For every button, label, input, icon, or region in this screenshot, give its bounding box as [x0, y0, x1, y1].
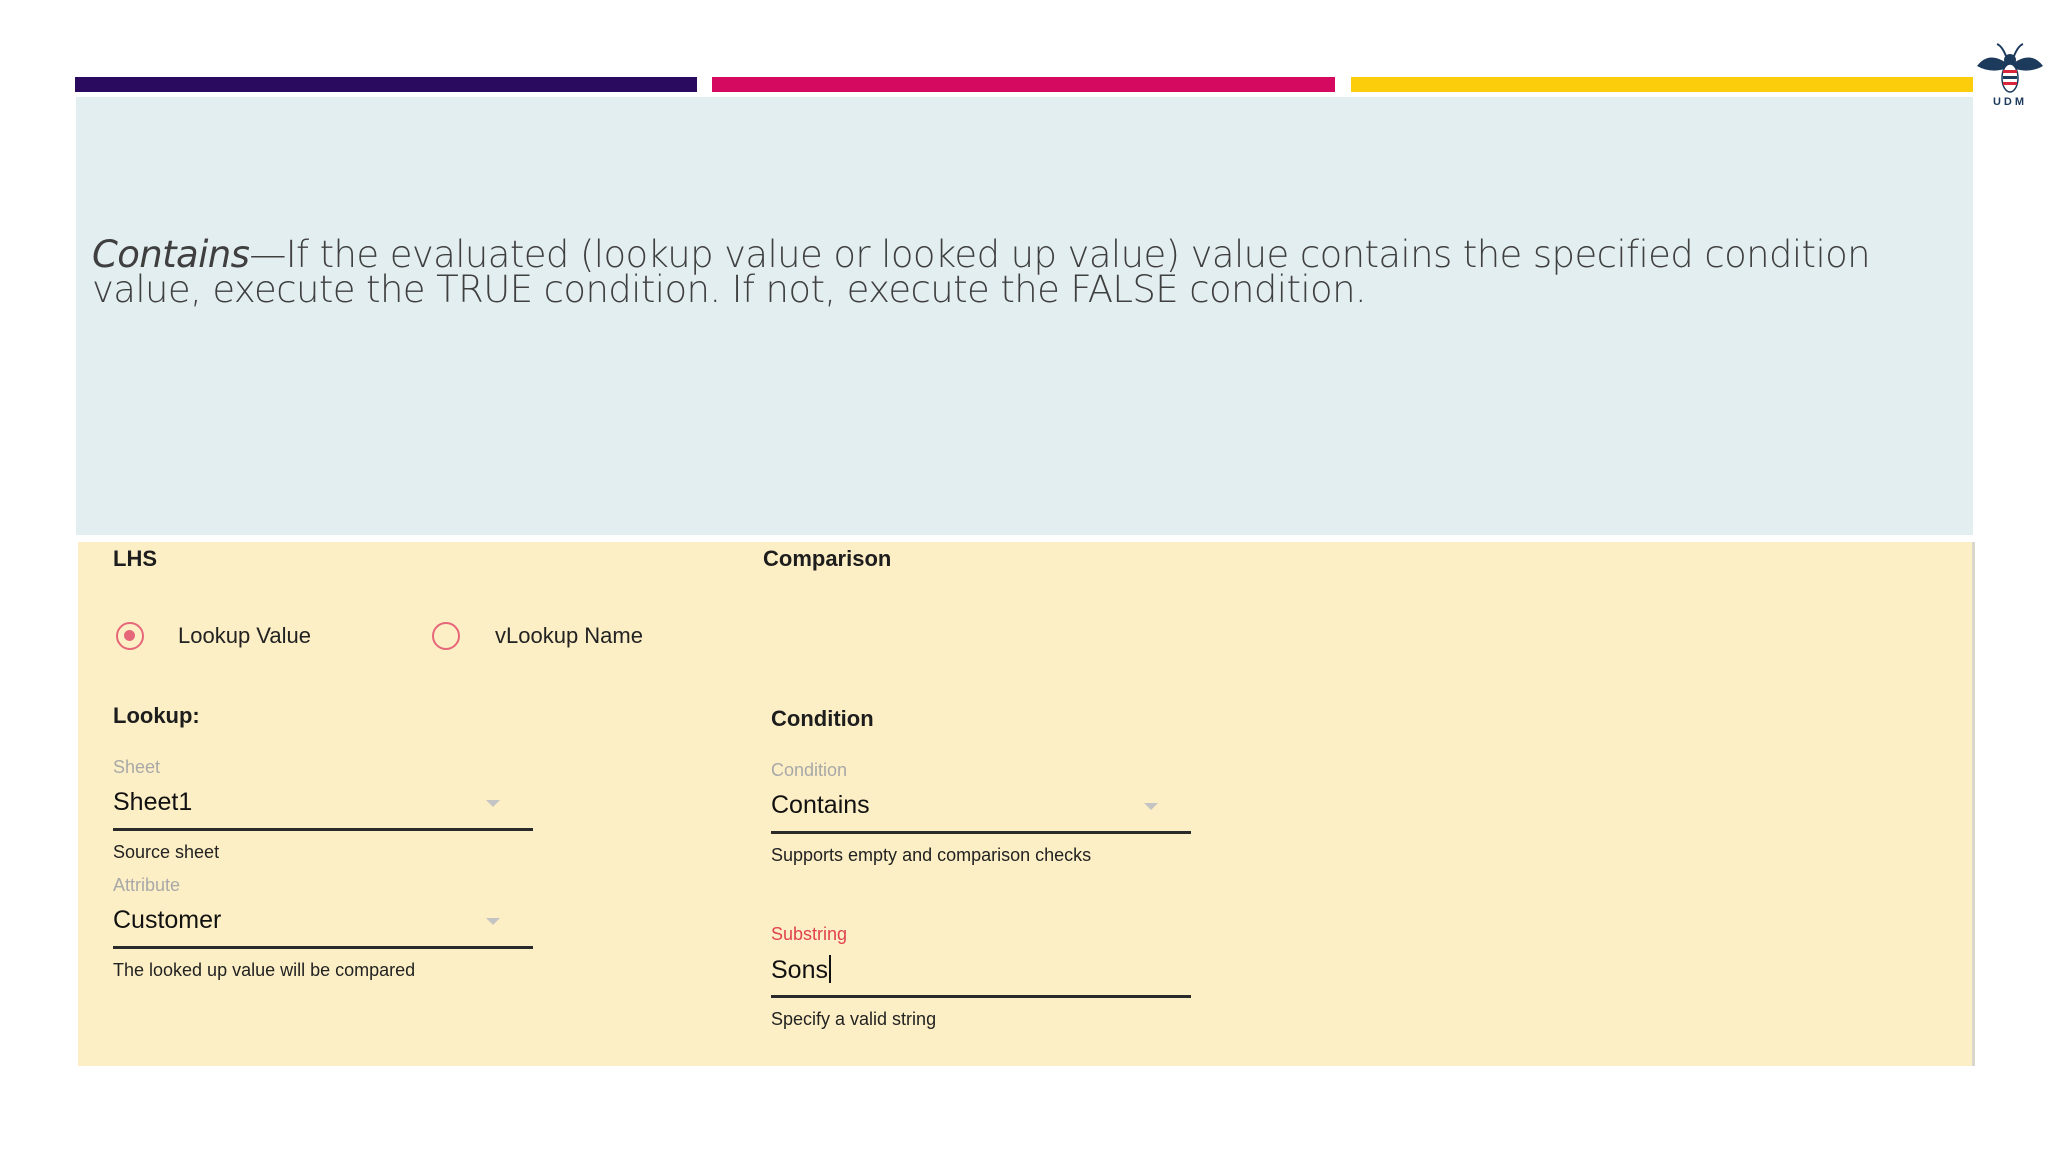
radio-vlookup-name[interactable]	[432, 622, 460, 650]
comparison-heading: Comparison	[763, 546, 892, 571]
condition-label: Condition	[771, 760, 848, 780]
attribute-helper-text: The looked up value will be compared	[113, 960, 416, 980]
radio-lookup-value[interactable]	[116, 622, 144, 650]
description-panel: Contains—If the evaluated (lookup value …	[76, 97, 1973, 535]
attribute-dropdown-caret-icon[interactable]	[486, 918, 500, 925]
substring-helper-text: Specify a valid string	[771, 1009, 937, 1029]
description-text: Contains—If the evaluated (lookup value …	[92, 236, 1972, 308]
sheet-select-value[interactable]: Sheet1	[113, 788, 192, 817]
description-body: If the evaluated (lookup value or looked…	[92, 233, 1871, 311]
attribute-label: Attribute	[113, 875, 181, 895]
radio-label-vlookup-name[interactable]: vLookup Name	[495, 623, 643, 649]
attribute-select-value[interactable]: Customer	[113, 906, 221, 935]
substring-input-underline[interactable]	[771, 995, 1191, 998]
condition-helper-text: Supports empty and comparison checks	[771, 845, 1092, 865]
condition-heading: Condition	[771, 706, 874, 731]
lookup-heading: Lookup:	[113, 703, 200, 728]
sheet-select-underline[interactable]	[113, 828, 533, 831]
text-cursor	[828, 955, 831, 983]
accent-bar-magenta	[712, 77, 1335, 92]
condition-dropdown-caret-icon[interactable]	[1144, 803, 1158, 810]
bee-logo-icon: UDM	[1975, 40, 2045, 112]
radio-selected-dot	[124, 630, 135, 641]
condition-select-value[interactable]: Contains	[771, 791, 870, 820]
substring-input[interactable]: Sons	[771, 955, 831, 985]
lhs-heading: LHS	[113, 546, 157, 571]
sheet-dropdown-caret-icon[interactable]	[486, 800, 500, 807]
sheet-label: Sheet	[113, 757, 161, 777]
substring-input-value[interactable]: Sons	[771, 956, 828, 984]
condition-select-underline[interactable]	[771, 831, 1191, 834]
substring-label: Substring	[771, 924, 848, 944]
radio-label-lookup-value[interactable]: Lookup Value	[178, 623, 311, 649]
attribute-select-underline[interactable]	[113, 946, 533, 949]
accent-bar-yellow	[1351, 77, 1973, 92]
sheet-helper-text: Source sheet	[113, 842, 220, 862]
logo-text: UDM	[1992, 96, 2028, 108]
condition-form-panel: LHS Comparison Lookup Value vLookup Name…	[78, 542, 1975, 1066]
accent-bar-purple	[75, 77, 697, 92]
